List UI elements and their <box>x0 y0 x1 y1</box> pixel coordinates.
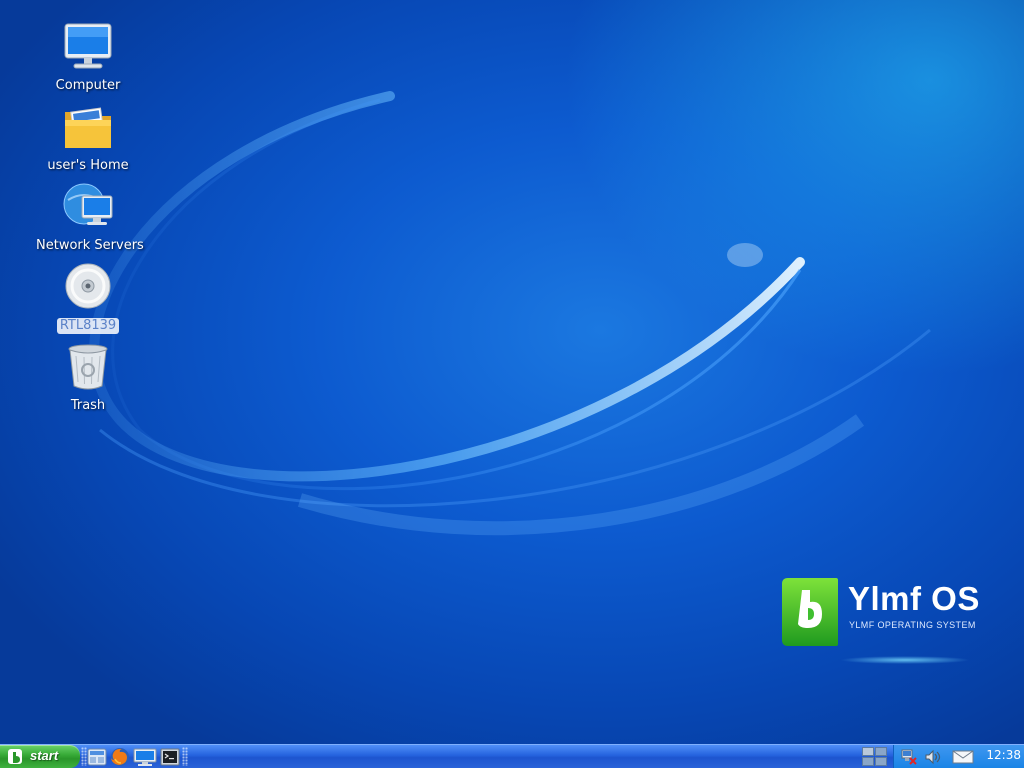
taskbar-grip[interactable] <box>182 747 188 766</box>
desktop-icon-label: RTL8139 <box>56 318 120 334</box>
ylmf-logo-mark-icon <box>782 578 838 646</box>
brand-subtitle: YLMF OPERATING SYSTEM <box>849 620 976 630</box>
network-icon[interactable] <box>900 748 918 766</box>
home-folder-icon <box>65 107 111 148</box>
workspace-1[interactable] <box>862 747 874 756</box>
taskbar: start 12:38 <box>0 744 1024 768</box>
desktop-icon-label: Computer <box>55 78 121 93</box>
start-label: start <box>30 748 59 763</box>
desktop-icon-trash[interactable]: Trash <box>33 342 143 414</box>
brand-name: Ylmf OS <box>848 580 980 617</box>
network-servers-icon <box>63 183 113 225</box>
workspace-3[interactable] <box>862 757 874 766</box>
workspace-switcher[interactable] <box>862 747 888 767</box>
show-desktop-icon[interactable] <box>133 747 157 767</box>
start-logo-icon <box>8 749 22 764</box>
ylmf-os-logo: Ylmf OS YLMF OPERATING SYSTEM <box>780 576 980 676</box>
desktop-icon-label: user's Home <box>47 158 129 173</box>
system-tray: 12:38 <box>893 745 1024 768</box>
computer-icon <box>64 23 112 69</box>
desktop-icon-label: Trash <box>70 398 106 413</box>
workspace-4[interactable] <box>875 757 887 766</box>
desktop-icon-computer[interactable]: Computer <box>33 22 143 94</box>
logo-glow <box>840 656 970 664</box>
workspace-2[interactable] <box>875 747 887 756</box>
desktop-icon-network-servers[interactable]: Network Servers <box>33 182 144 254</box>
trash-icon <box>68 344 108 390</box>
desktop-icon-label: Network Servers <box>36 238 144 253</box>
desktop-icon-users-home[interactable]: user's Home <box>33 102 143 174</box>
terminal-icon[interactable] <box>160 747 180 767</box>
mail-icon[interactable] <box>952 748 974 766</box>
file-manager-icon[interactable] <box>87 747 107 767</box>
clock[interactable]: 12:38 <box>986 748 1021 762</box>
firefox-icon[interactable] <box>110 747 130 767</box>
volume-icon[interactable] <box>924 748 942 766</box>
start-button[interactable]: start <box>0 745 80 768</box>
cd-drive-icon <box>65 263 111 309</box>
desktop[interactable]: Computer user's Home Network Servers RTL… <box>0 0 1024 744</box>
desktop-icon-rtl8139[interactable]: RTL8139 <box>33 262 143 334</box>
